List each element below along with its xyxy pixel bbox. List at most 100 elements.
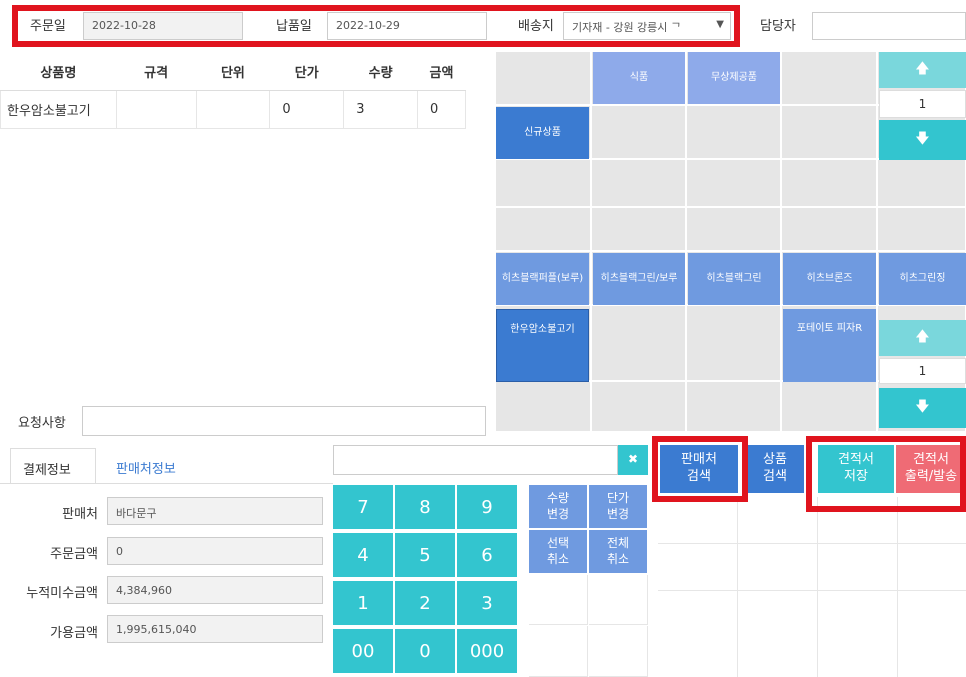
table-header-row: 상품명 규격 단위 단가 수량 금액 [0, 54, 466, 91]
request-input[interactable] [82, 406, 486, 436]
grid-cell [496, 160, 591, 207]
tab-payment[interactable]: 결제정보 [10, 448, 96, 484]
grid-cell [592, 208, 686, 251]
product-button[interactable]: 포테이토 피자R [783, 309, 876, 382]
col-header: 규격 [116, 54, 197, 91]
page-indicator: 1 [879, 90, 966, 118]
key-5[interactable]: 5 [395, 533, 456, 578]
grid-cell [687, 160, 781, 207]
grid-cell [687, 382, 781, 432]
order-date-label: 주문일 [30, 19, 66, 34]
empty-cell [738, 591, 818, 638]
grid-cell [687, 106, 781, 159]
empty-cell [738, 497, 818, 544]
seller-label: 판매처 [62, 507, 98, 522]
quote-save-button[interactable]: 견적서 저장 [818, 445, 894, 493]
product-button[interactable]: 히츠블랙그린 [688, 253, 780, 305]
col-header: 단가 [269, 54, 344, 91]
col-header: 금액 [417, 54, 466, 91]
empty-cell [738, 544, 818, 591]
col-header: 상품명 [0, 54, 117, 91]
seller-search-button[interactable]: 판매처 검색 [660, 445, 738, 493]
shipping-select[interactable]: 기자재 - 강원 강릉시 ᄀ ▼ [563, 12, 731, 40]
col-header: 단위 [196, 54, 270, 91]
grid-cell [496, 382, 591, 432]
empty-cell [898, 497, 966, 544]
empty-cell [898, 591, 966, 638]
key-4[interactable]: 4 [333, 533, 394, 578]
key-6[interactable]: 6 [457, 533, 518, 578]
grid-cell [782, 106, 877, 159]
cell: 0 [417, 89, 466, 129]
unpaid-field: 4,384,960 [107, 576, 323, 604]
qty-change-button[interactable]: 수량 변경 [529, 485, 588, 529]
seller-field: 바다문구 [107, 497, 323, 525]
key-3[interactable]: 3 [457, 581, 518, 626]
price-change-button[interactable]: 단가 변경 [589, 485, 648, 529]
empty-cell [589, 575, 648, 625]
empty-cell [658, 544, 738, 591]
order-amount-field: 0 [107, 537, 323, 565]
request-label: 요청사항 [18, 416, 66, 431]
key-8[interactable]: 8 [395, 485, 456, 530]
grid-cell [592, 160, 686, 207]
key-000[interactable]: 000 [457, 629, 518, 674]
product-button[interactable]: 한우암소불고기 [496, 309, 589, 382]
empty-cell [818, 591, 898, 638]
key-9[interactable]: 9 [457, 485, 518, 530]
delivery-date-input[interactable]: 2022-10-29 [327, 12, 487, 40]
grid-cell [782, 160, 877, 207]
quote-print-button[interactable]: 견적서 출력/발송 [896, 445, 966, 493]
manager-label: 담당자 [760, 19, 796, 34]
grid-cell [687, 306, 781, 381]
available-field: 1,995,615,040 [107, 615, 323, 643]
unpaid-label: 누적미수금액 [26, 586, 98, 601]
cell: 0 [269, 89, 345, 129]
shipping-value: 기자재 - 강원 강릉시 ᄀ [572, 21, 682, 34]
empty-cell [529, 575, 588, 625]
empty-cell [658, 637, 738, 677]
empty-cell [658, 497, 738, 544]
product-button[interactable]: 히츠블랙퍼플(보루) [496, 253, 589, 305]
arrow-down-icon[interactable]: 🡇 [879, 388, 966, 428]
key-2[interactable]: 2 [395, 581, 456, 626]
key-00[interactable]: 00 [333, 629, 394, 674]
grid-cell [782, 208, 877, 251]
product-search-button[interactable]: 상품 검색 [746, 445, 804, 493]
empty-cell [589, 626, 648, 677]
empty-cell [529, 626, 588, 677]
empty-cell [658, 591, 738, 638]
grid-cell [878, 160, 966, 207]
arrow-up-icon[interactable]: 🡅 [879, 320, 966, 356]
category-food-button[interactable]: 식품 [593, 52, 685, 104]
product-button[interactable]: 히츠그린징 [879, 253, 966, 305]
close-icon[interactable]: ✖ [618, 445, 648, 475]
arrow-down-icon[interactable]: 🡇 [879, 120, 966, 160]
arrow-up-icon[interactable]: 🡅 [879, 52, 966, 88]
grid-cell [878, 208, 966, 251]
grid-cell [496, 52, 591, 105]
table-row[interactable]: 한우암소불고기 0 3 0 [0, 89, 466, 129]
empty-cell [898, 637, 966, 677]
key-1[interactable]: 1 [333, 581, 394, 626]
order-amount-label: 주문금액 [50, 547, 98, 562]
order-date-input[interactable]: 2022-10-28 [83, 12, 243, 40]
key-7[interactable]: 7 [333, 485, 394, 530]
key-0[interactable]: 0 [395, 629, 456, 674]
all-cancel-button[interactable]: 전체 취소 [589, 530, 648, 574]
manager-input[interactable] [812, 12, 966, 40]
keypad-input[interactable] [333, 445, 618, 475]
product-button[interactable]: 히츠블랙그린/보루 [593, 253, 685, 305]
product-button[interactable]: 히츠브론즈 [783, 253, 876, 305]
grid-cell [782, 52, 877, 105]
empty-cell [818, 497, 898, 544]
empty-cell [898, 544, 966, 591]
select-cancel-button[interactable]: 선택 취소 [529, 530, 588, 574]
order-table: 상품명 규격 단위 단가 수량 금액 한우암소불고기 0 3 0 [0, 54, 466, 129]
tab-seller[interactable]: 판매처정보 [104, 448, 188, 484]
new-product-button[interactable]: 신규상품 [496, 107, 589, 159]
category-free-button[interactable]: 무상제공품 [688, 52, 780, 104]
cell [115, 89, 197, 129]
grid-cell [592, 306, 686, 381]
available-label: 가용금액 [50, 626, 98, 641]
